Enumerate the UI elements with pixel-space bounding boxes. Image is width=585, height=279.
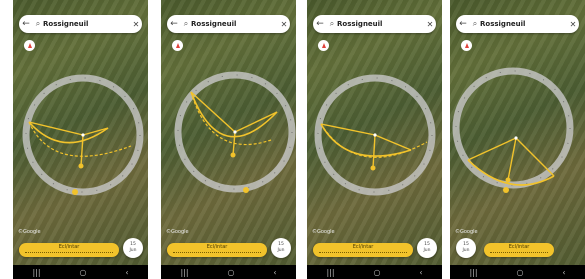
recent-apps-icon[interactable]: ||| bbox=[32, 268, 40, 277]
phone-screen-2: ← ⌕ Rossigneuil ✕ ©Google Ecl/intar 15 J… bbox=[161, 0, 296, 279]
home-icon[interactable]: ○ bbox=[227, 268, 234, 277]
time-slider[interactable]: Ecl/intar bbox=[313, 243, 413, 257]
date-button-line2: Jun bbox=[277, 248, 285, 253]
map-copyright: ©Google bbox=[166, 229, 189, 235]
back-arrow-icon[interactable]: ← bbox=[313, 19, 327, 29]
map-copyright: ©Google bbox=[455, 229, 478, 235]
time-slider-label: Ecl/intar bbox=[206, 244, 228, 250]
recent-apps-icon[interactable]: ||| bbox=[469, 268, 477, 277]
time-controls: Ecl/intar 15 Jun bbox=[313, 238, 437, 258]
android-nav-bar: ||| ○ ‹ bbox=[161, 265, 296, 279]
date-button-line2: Jun bbox=[462, 248, 470, 253]
search-query[interactable]: Rossigneuil bbox=[191, 20, 278, 28]
time-slider-ticks bbox=[25, 252, 113, 254]
android-nav-bar: ||| ○ ‹ bbox=[13, 265, 148, 279]
date-button[interactable]: 15 Jun bbox=[271, 238, 291, 258]
time-slider-ticks bbox=[490, 252, 548, 254]
compass-icon[interactable] bbox=[318, 40, 329, 51]
date-button-line2: Jun bbox=[423, 248, 431, 253]
android-nav-bar: ||| ○ ‹ bbox=[450, 265, 585, 279]
date-button[interactable]: 15 Jun bbox=[123, 238, 143, 258]
time-controls: Ecl/intar 15 Jun bbox=[167, 238, 291, 258]
search-query[interactable]: Rossigneuil bbox=[480, 20, 567, 28]
back-arrow-icon[interactable]: ← bbox=[167, 19, 181, 29]
map-copyright: ©Google bbox=[18, 229, 41, 235]
date-button-line2: Jun bbox=[129, 248, 137, 253]
search-icon: ⌕ bbox=[472, 19, 478, 28]
back-icon[interactable]: ‹ bbox=[562, 268, 565, 277]
search-bar[interactable]: ← ⌕ Rossigneuil ✕ bbox=[456, 15, 579, 33]
search-icon: ⌕ bbox=[329, 19, 335, 28]
time-controls: Ecl/intar 15 Jun bbox=[456, 238, 580, 258]
back-icon[interactable]: ‹ bbox=[273, 268, 276, 277]
time-slider-label: Ecl/intar bbox=[352, 244, 374, 250]
home-icon[interactable]: ○ bbox=[516, 268, 523, 277]
back-arrow-icon[interactable]: ← bbox=[456, 19, 470, 29]
home-icon[interactable]: ○ bbox=[79, 268, 86, 277]
close-icon[interactable]: ✕ bbox=[567, 20, 579, 29]
search-bar[interactable]: ← ⌕ Rossigneuil ✕ bbox=[313, 15, 436, 33]
back-icon[interactable]: ‹ bbox=[125, 268, 128, 277]
date-button[interactable]: 15 Jun bbox=[417, 238, 437, 258]
search-icon: ⌕ bbox=[183, 19, 189, 28]
time-slider-ticks bbox=[319, 252, 407, 254]
search-bar[interactable]: ← ⌕ Rossigneuil ✕ bbox=[167, 15, 290, 33]
search-query[interactable]: Rossigneuil bbox=[337, 20, 424, 28]
time-slider-label: Ecl/intar bbox=[508, 244, 530, 250]
time-slider[interactable]: Ecl/intar bbox=[19, 243, 119, 257]
recent-apps-icon[interactable]: ||| bbox=[180, 268, 188, 277]
phone-screen-3: ← ⌕ Rossigneuil ✕ ©Google Ecl/intar 15 J… bbox=[307, 0, 442, 279]
close-icon[interactable]: ✕ bbox=[130, 20, 142, 29]
compass-icon[interactable] bbox=[172, 40, 183, 51]
compass-icon[interactable] bbox=[461, 40, 472, 51]
close-icon[interactable]: ✕ bbox=[278, 20, 290, 29]
android-nav-bar: ||| ○ ‹ bbox=[307, 265, 442, 279]
search-bar[interactable]: ← ⌕ Rossigneuil ✕ bbox=[19, 15, 142, 33]
home-icon[interactable]: ○ bbox=[373, 268, 380, 277]
back-icon[interactable]: ‹ bbox=[419, 268, 422, 277]
date-button[interactable]: 15 Jun bbox=[456, 238, 476, 258]
back-arrow-icon[interactable]: ← bbox=[19, 19, 33, 29]
phone-screen-1: ← ⌕ Rossigneuil ✕ ©Google Ecl/intar 15 J… bbox=[13, 0, 148, 279]
time-slider[interactable]: Ecl/intar bbox=[484, 243, 554, 257]
map-copyright: ©Google bbox=[312, 229, 335, 235]
time-slider[interactable]: Ecl/intar bbox=[167, 243, 267, 257]
search-icon: ⌕ bbox=[35, 19, 41, 28]
time-controls: Ecl/intar 15 Jun bbox=[19, 238, 143, 258]
time-slider-label: Ecl/intar bbox=[58, 244, 80, 250]
close-icon[interactable]: ✕ bbox=[424, 20, 436, 29]
time-slider-ticks bbox=[173, 252, 261, 254]
phone-screen-4: ← ⌕ Rossigneuil ✕ ©Google Ecl/intar 15 J… bbox=[450, 0, 585, 279]
compass-icon[interactable] bbox=[24, 40, 35, 51]
recent-apps-icon[interactable]: ||| bbox=[326, 268, 334, 277]
search-query[interactable]: Rossigneuil bbox=[43, 20, 130, 28]
